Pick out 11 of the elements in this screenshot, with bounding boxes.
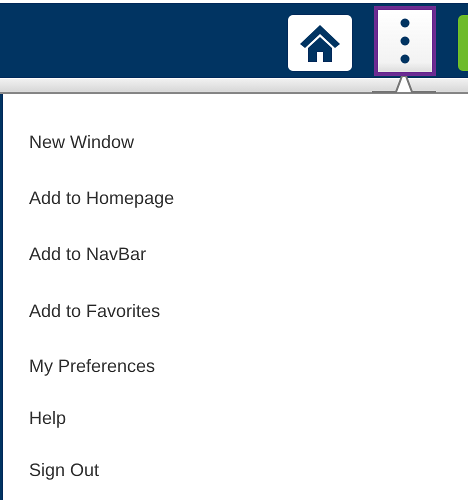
- toolbar-button[interactable]: [458, 14, 468, 70]
- more-vertical-icon: [400, 18, 410, 64]
- home-button[interactable]: [288, 14, 352, 70]
- menu-item[interactable]: Add to Favorites: [29, 282, 160, 340]
- menu-item[interactable]: My Preferences: [29, 340, 156, 392]
- menu-item[interactable]: Sign Out: [29, 444, 100, 496]
- actions-menu-button[interactable]: [374, 6, 436, 76]
- menu-item[interactable]: Add to Homepage: [29, 170, 174, 226]
- menu-item[interactable]: Help: [29, 392, 66, 444]
- menu-item[interactable]: Add to NavBar: [29, 226, 146, 282]
- menu-item[interactable]: New Window: [29, 114, 134, 170]
